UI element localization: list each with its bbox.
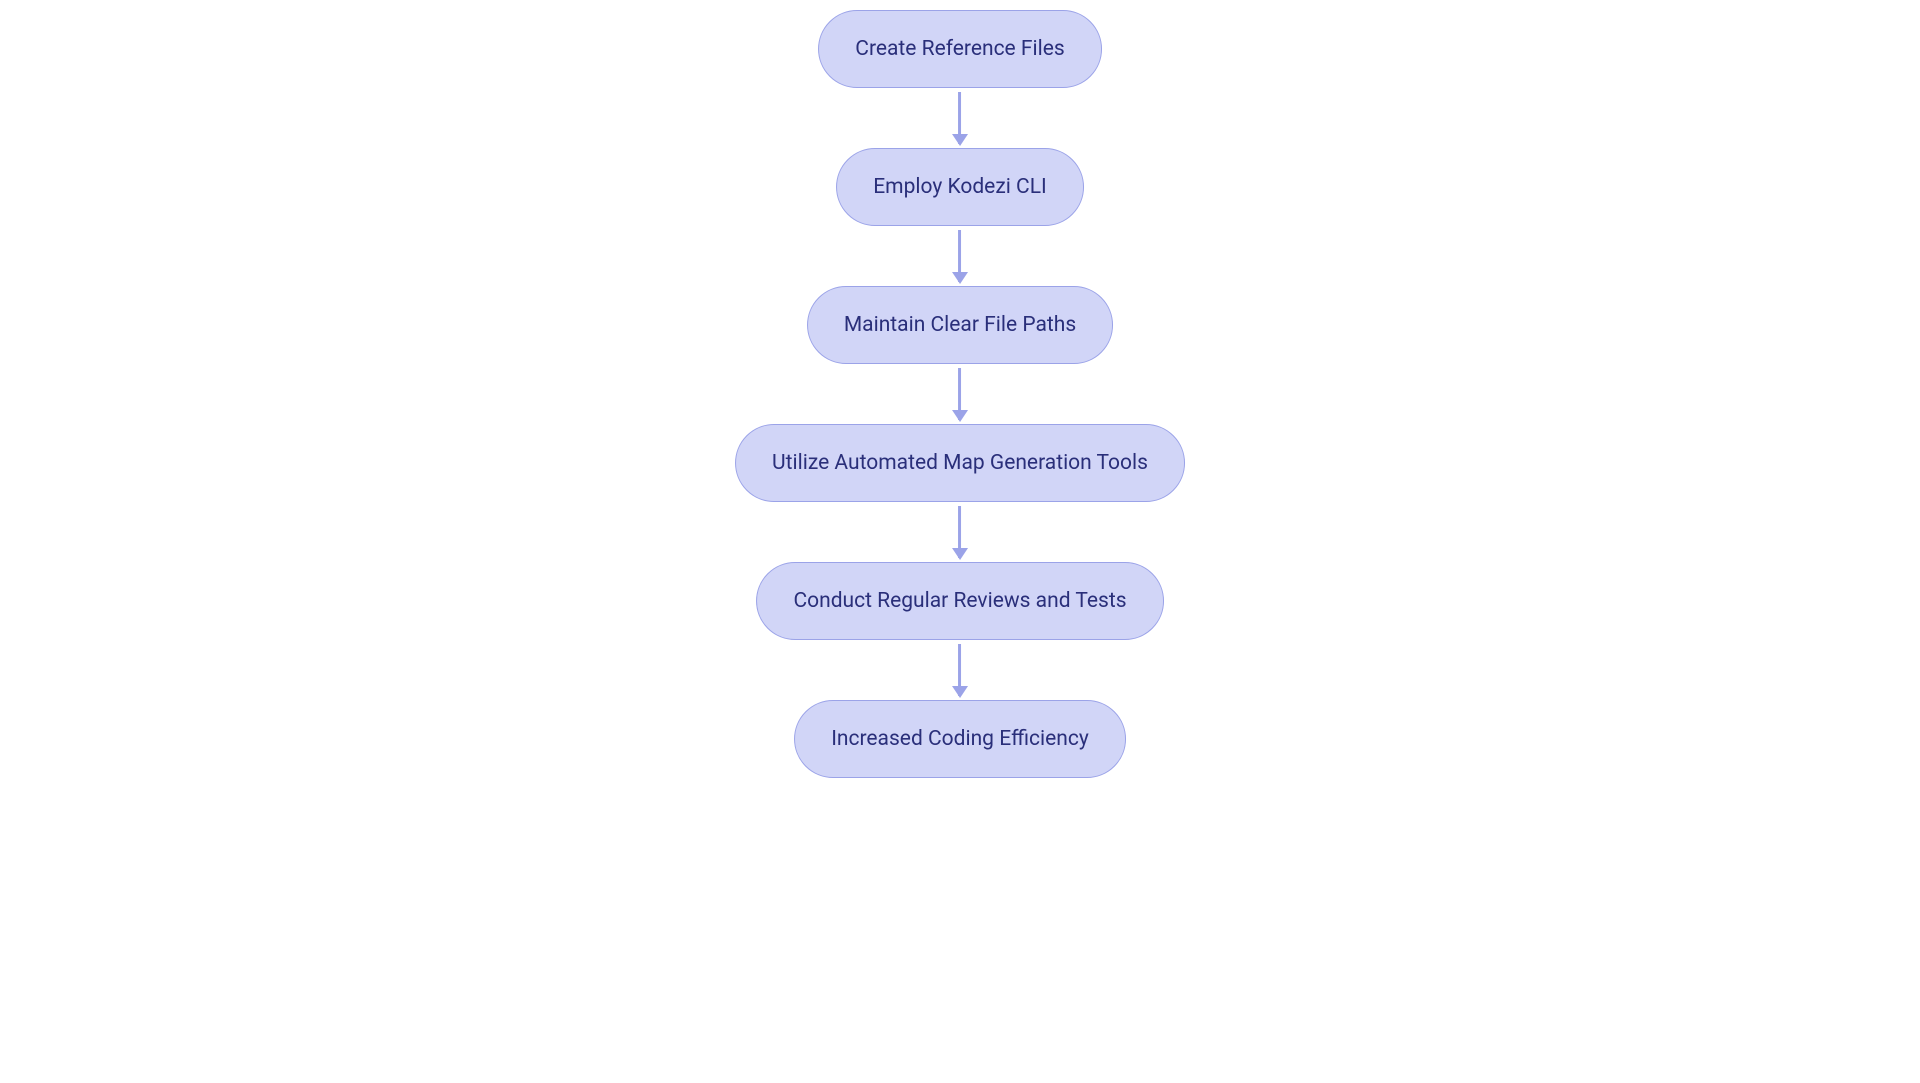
arrow-icon: [959, 506, 962, 558]
arrow-icon: [959, 230, 962, 282]
flowchart-container: Create Reference Files Employ Kodezi CLI…: [735, 10, 1185, 778]
flowchart-node-3: Maintain Clear File Paths: [807, 286, 1113, 364]
arrow-icon: [959, 368, 962, 420]
node-label: Employ Kodezi CLI: [873, 175, 1047, 199]
node-label: Create Reference Files: [855, 37, 1064, 61]
flowchart-node-4: Utilize Automated Map Generation Tools: [735, 424, 1185, 502]
node-label: Utilize Automated Map Generation Tools: [772, 451, 1148, 475]
flowchart-node-5: Conduct Regular Reviews and Tests: [756, 562, 1163, 640]
node-label: Conduct Regular Reviews and Tests: [793, 589, 1126, 613]
flowchart-node-2: Employ Kodezi CLI: [836, 148, 1084, 226]
arrow-icon: [959, 644, 962, 696]
node-label: Increased Coding Efficiency: [831, 727, 1089, 751]
flowchart-node-1: Create Reference Files: [818, 10, 1101, 88]
flowchart-node-6: Increased Coding Efficiency: [794, 700, 1126, 778]
node-label: Maintain Clear File Paths: [844, 313, 1076, 337]
arrow-icon: [959, 92, 962, 144]
